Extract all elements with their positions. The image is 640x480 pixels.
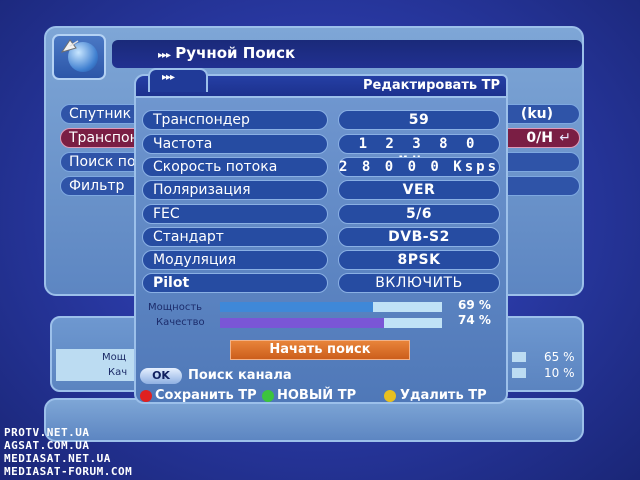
- bg-row-label: Поиск по: [69, 154, 136, 170]
- bg-quality-percent: 10 %: [544, 366, 575, 380]
- field-value-symbol-rate[interactable]: 2 8 0 0 0 Ksps: [338, 157, 500, 177]
- field-label-fec: FEC: [142, 204, 328, 224]
- watermark-line: MEDIASAT-FORUM.COM: [4, 465, 133, 478]
- field-label-pilot: Pilot: [142, 273, 328, 293]
- delete-tp-hint: Удалить ТР: [400, 388, 487, 403]
- title-arrows-icon: ▸▸▸: [158, 50, 171, 61]
- field-label-modulation: Модуляция: [142, 250, 328, 270]
- new-tp-hint: НОВЫЙ ТР: [277, 388, 357, 403]
- bg-power-percent: 65 %: [544, 350, 575, 364]
- field-label-symbol-rate: Скорость потока: [142, 157, 328, 177]
- yellow-key-icon[interactable]: [384, 390, 396, 402]
- ok-key-button[interactable]: OK: [140, 368, 182, 384]
- enter-icon: ↵: [559, 130, 571, 146]
- bg-row-label: Транспон: [69, 130, 139, 146]
- power-meter-fill: [220, 302, 374, 312]
- satellite-dish-icon: [60, 39, 79, 53]
- green-key-icon[interactable]: [262, 390, 274, 402]
- field-value-transponder[interactable]: 59: [338, 110, 500, 130]
- watermark-line: MEDIASAT.NET.UA: [4, 452, 111, 465]
- manual-search-title-text: Ручной Поиск: [175, 44, 296, 62]
- field-value-pilot[interactable]: ВКЛЮЧИТЬ: [338, 273, 500, 293]
- quality-meter-percent: 74 %: [458, 313, 491, 327]
- field-value-standard[interactable]: DVB-S2: [338, 227, 500, 247]
- power-meter-label: Мощность: [148, 302, 203, 313]
- field-value-modulation[interactable]: 8PSK: [338, 250, 500, 270]
- edit-tp-tab: [148, 68, 208, 92]
- power-meter-track: [220, 302, 442, 312]
- field-value-fec[interactable]: 5/6: [338, 204, 500, 224]
- field-value-polarization[interactable]: VER: [338, 180, 500, 200]
- bg-power-bar: [512, 352, 526, 362]
- quality-meter-label: Качество: [156, 317, 205, 328]
- bg-row-label: Спутник: [69, 106, 132, 122]
- red-key-icon[interactable]: [140, 390, 152, 402]
- bg-power-label: Мощ: [102, 352, 127, 363]
- field-label-standard: Стандарт: [142, 227, 328, 247]
- field-value-frequency[interactable]: 1 2 3 8 0 MHz: [338, 134, 500, 170]
- bg-quality-bar: [512, 368, 526, 378]
- save-tp-hint: Сохранить ТР: [155, 388, 257, 403]
- info-bottom-panel: [44, 398, 584, 442]
- bg-quality-label: Кач: [108, 367, 128, 378]
- start-search-button[interactable]: Начать поиск: [230, 340, 410, 360]
- tab-arrows-icon: ▸▸▸: [162, 72, 175, 83]
- quality-meter-fill: [220, 318, 385, 328]
- bg-row-label: Фильтр: [69, 178, 125, 194]
- watermark-line: PROTV.NET.UA: [4, 426, 90, 439]
- ok-hint-text: Поиск канала: [188, 368, 292, 383]
- field-label-transponder: Транспондер: [142, 110, 328, 130]
- edit-tp-title: Редактировать ТР: [363, 78, 500, 93]
- manual-search-title: ▸▸▸ Ручной Поиск: [158, 44, 295, 62]
- watermark-line: AGSAT.COM.UA: [4, 439, 90, 452]
- field-label-polarization: Поляризация: [142, 180, 328, 200]
- bg-row-value: 0/H: [526, 130, 553, 146]
- field-label-frequency: Частота: [142, 134, 328, 154]
- quality-meter-track: [220, 318, 442, 328]
- power-meter-percent: 69 %: [458, 298, 491, 312]
- bg-row-value: (ku): [520, 106, 553, 122]
